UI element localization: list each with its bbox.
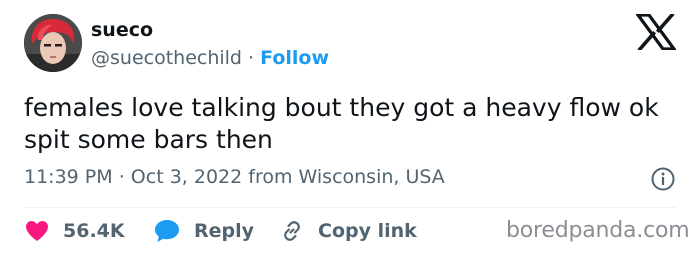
info-icon[interactable] [650, 166, 676, 192]
reply-label: Reply [194, 220, 255, 242]
tweet-time[interactable]: 11:39 PM [24, 166, 113, 188]
x-logo-icon[interactable] [634, 12, 678, 52]
tweet-text: females love talking bout they got a hea… [24, 93, 659, 154]
follow-button[interactable]: Follow [260, 47, 329, 69]
tweet-date[interactable]: Oct 3, 2022 [131, 166, 242, 188]
tweet-meta: 11:39 PM · Oct 3, 2022 from Wisconsin, U… [24, 166, 445, 188]
like-count: 56.4K [63, 220, 125, 242]
divider [24, 207, 676, 208]
copy-link-label: Copy link [318, 220, 417, 242]
avatar[interactable] [24, 14, 82, 72]
author-name[interactable]: sueco [91, 19, 153, 41]
tweet-card: sueco @suecothechild · Follow females lo… [0, 0, 700, 256]
avatar-image [24, 14, 82, 72]
reply-button[interactable]: Reply [154, 218, 254, 244]
heart-icon [25, 220, 49, 242]
link-icon [280, 219, 304, 243]
like-button[interactable]: 56.4K [25, 218, 125, 244]
meta-separator: · [118, 166, 125, 188]
copy-link-button[interactable]: Copy link [280, 218, 417, 244]
tweet-location: from Wisconsin, USA [248, 166, 445, 188]
handle-separator: · [248, 47, 255, 69]
author-handle[interactable]: @suecothechild [91, 47, 242, 69]
author-handle-line: @suecothechild · Follow [91, 47, 329, 69]
watermark: boredpanda.com [506, 218, 690, 243]
speech-bubble-icon [154, 219, 180, 243]
